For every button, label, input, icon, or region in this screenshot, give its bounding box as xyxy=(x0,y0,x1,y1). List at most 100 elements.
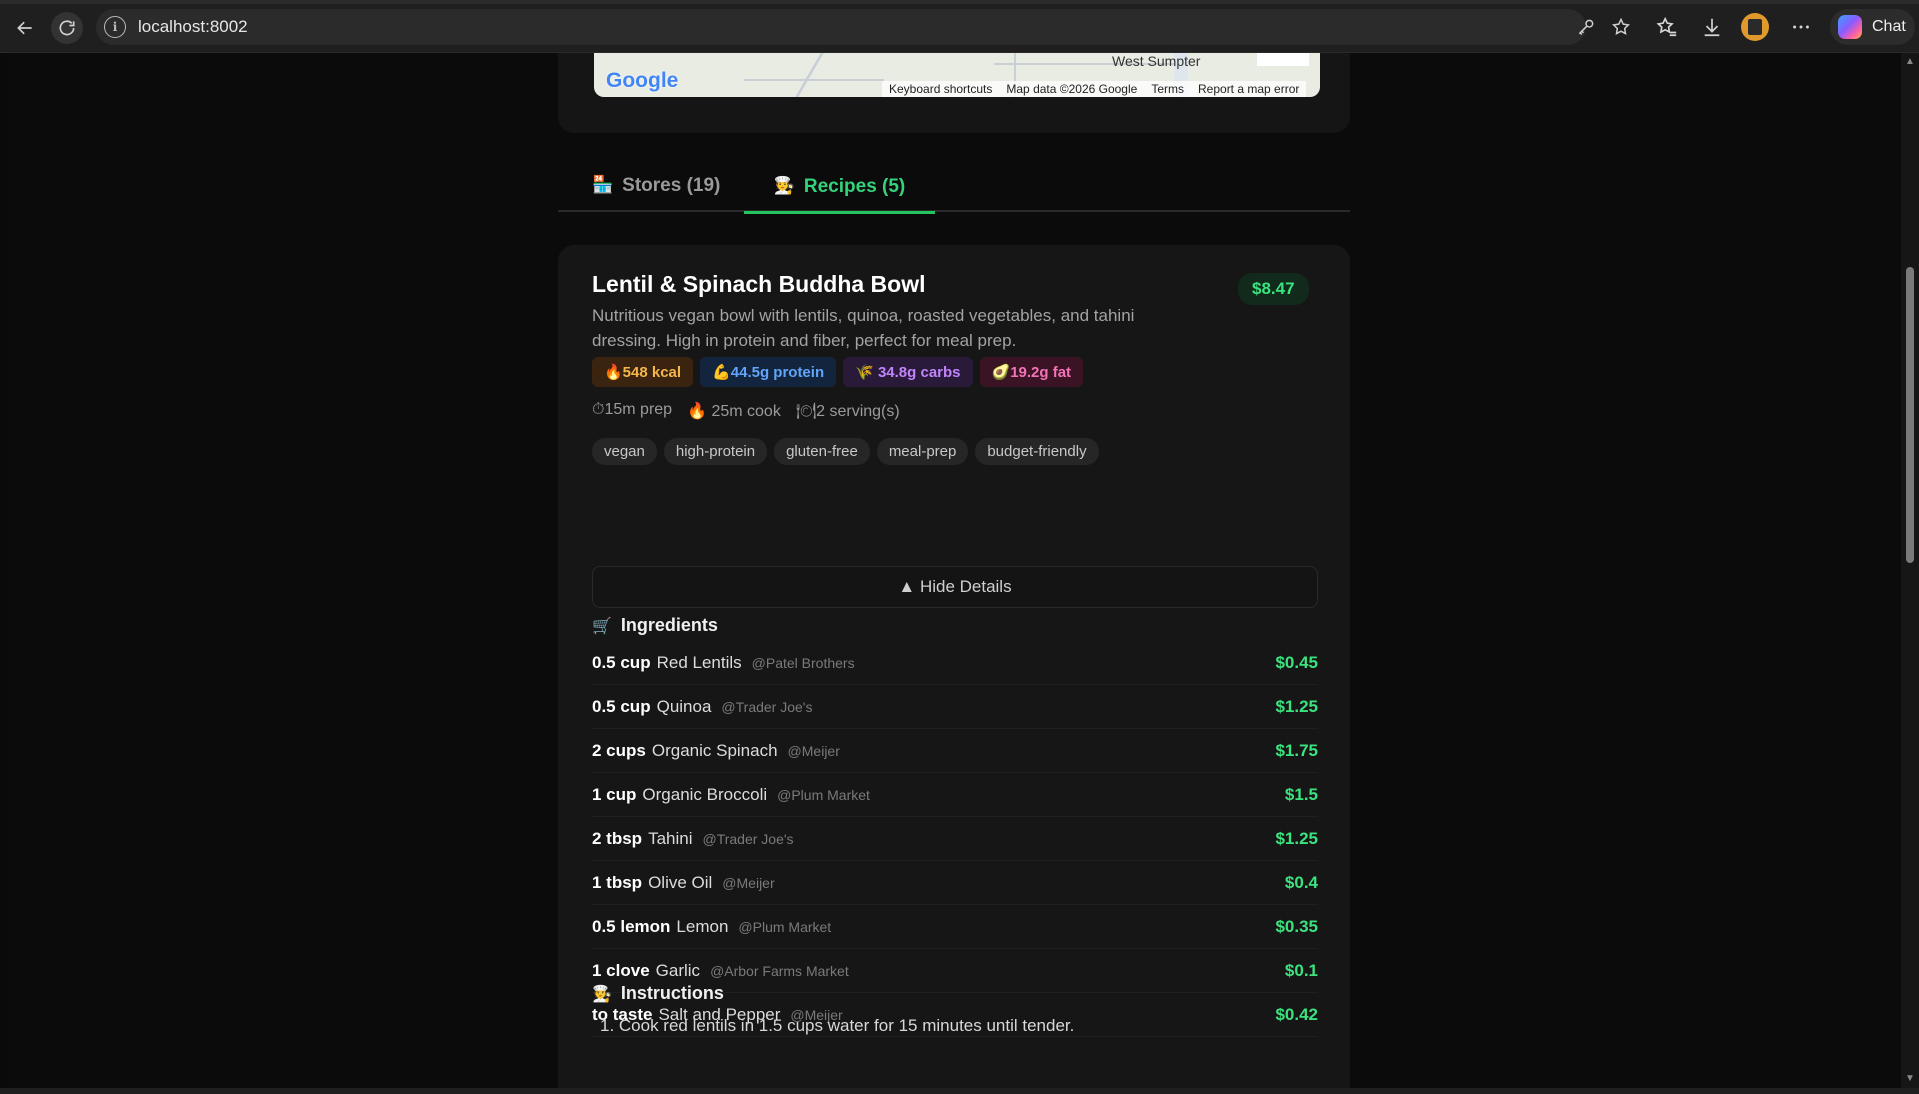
ingredient-cost: $0.1 xyxy=(1284,960,1318,980)
tab-strip-edge xyxy=(0,0,1919,4)
report-map-error-link[interactable]: Report a map error xyxy=(1191,81,1306,97)
ingredient-list: 0.5 cup Red Lentils @Patel Brothers $0.4… xyxy=(592,641,1318,1037)
ingredient-row: 0.5 lemon Lemon @Plum Market $0.35 xyxy=(592,905,1318,949)
recipe-description: Nutritious vegan bowl with lentils, quin… xyxy=(592,306,1135,350)
chat-label: Chat xyxy=(1872,18,1906,35)
ingredient-name: Olive Oil xyxy=(648,872,713,892)
ingredient-name: Red Lentils xyxy=(656,652,742,672)
servings: 🍽2 serving(s) xyxy=(795,403,900,420)
ingredient-row: 1 cup Organic Broccoli @Plum Market $1.5 xyxy=(592,773,1318,817)
ingredient-name: Tahini xyxy=(648,828,693,848)
google-logo-text: Google xyxy=(606,69,679,92)
ingredient-cost: $0.4 xyxy=(1284,872,1318,892)
recipe-price-badge: $8.47 xyxy=(1238,273,1309,305)
recipe-tags: vegan high-protein gluten-free meal-prep… xyxy=(592,438,1099,465)
tag-chip: gluten-free xyxy=(774,438,870,465)
favorites-icon[interactable] xyxy=(1653,13,1681,41)
tag-chip: vegan xyxy=(592,438,657,465)
ingredient-qty: 0.5 cup xyxy=(592,652,651,672)
page-scrollbar[interactable]: ▲ ▼ xyxy=(1901,53,1919,1088)
cook-time: 🔥 25m cook xyxy=(687,403,781,420)
ingredient-store: @Plum Market xyxy=(777,786,870,803)
ingredient-row: 2 tbsp Tahini @Trader Joe's $1.25 xyxy=(592,817,1318,861)
scroll-up-icon[interactable]: ▲ xyxy=(1905,57,1915,67)
map-data-text: Map data ©2026 Google xyxy=(1006,82,1138,96)
macro-badges: 🔥548 kcal 💪44.5g protein 🌾 34.8g carbs 🥑… xyxy=(592,357,1084,387)
map-attribution: Keyboard shortcuts Map data ©2026 Google… xyxy=(882,81,1307,97)
chef-icon: 🧑‍🍳 xyxy=(592,985,612,1003)
map-road xyxy=(795,53,824,97)
ingredient-cost: $0.35 xyxy=(1275,916,1318,936)
chef-icon: 🧑‍🍳 xyxy=(773,176,795,195)
browser-toolbar: i localhost:8002 Chat xyxy=(0,0,1919,53)
tab-stores[interactable]: 🏪 Stores (19) xyxy=(592,175,720,212)
ingredient-row: 1 tbsp Olive Oil @Meijer $0.4 xyxy=(592,861,1318,905)
ingredient-cost: $0.45 xyxy=(1275,652,1318,672)
scroll-down-icon[interactable]: ▼ xyxy=(1905,1074,1915,1084)
recipe-card: Lentil & Spinach Buddha Bowl $8.47 Nutri… xyxy=(558,245,1350,1088)
store-icon: 🏪 xyxy=(592,175,614,194)
reload-icon[interactable] xyxy=(51,12,83,44)
ingredient-cost: $1.25 xyxy=(1275,696,1318,716)
ingredient-cost: $1.75 xyxy=(1275,740,1318,760)
carbs-badge: 🌾 34.8g carbs xyxy=(843,357,973,387)
store-map[interactable]: West Sumpter Google Keyboard shortcuts M… xyxy=(594,53,1320,97)
map-control[interactable] xyxy=(1257,53,1309,66)
star-icon[interactable] xyxy=(1608,14,1634,40)
ingredient-store: @Plum Market xyxy=(738,918,832,935)
address-bar[interactable]: i localhost:8002 xyxy=(96,9,1586,45)
recipe-times: ⏱15m prep 🔥 25m cook 🍽2 serving(s) xyxy=(592,401,900,421)
ingredient-cost: $1.25 xyxy=(1275,828,1318,848)
ingredient-row: 2 cups Organic Spinach @Meijer $1.75 xyxy=(592,729,1318,773)
tab-recipes[interactable]: 🧑‍🍳 Recipes (5) xyxy=(744,175,935,214)
google-logo: Google xyxy=(606,69,678,93)
protein-badge: 💪44.5g protein xyxy=(700,357,837,387)
download-icon[interactable] xyxy=(1698,13,1726,41)
ingredient-store: @Meijer xyxy=(787,742,840,759)
ingredient-cost: $1.5 xyxy=(1284,784,1318,804)
ingredient-qty: 0.5 cup xyxy=(592,696,651,716)
tab-stores-label: Stores (19) xyxy=(622,175,721,196)
instructions-heading: 🧑‍🍳 Instructions xyxy=(592,983,724,1004)
ingredient-qty: 1 clove xyxy=(592,960,650,980)
instruction-step: 1. Cook red lentils in 1.5 cups water fo… xyxy=(600,1016,1075,1035)
key-icon[interactable] xyxy=(1573,14,1599,40)
tab-recipes-label: Recipes (5) xyxy=(803,176,906,197)
ingredient-row: 0.5 cup Quinoa @Trader Joe's $1.25 xyxy=(592,685,1318,729)
tag-chip: meal-prep xyxy=(876,438,969,465)
ingredient-store: @Trader Joe's xyxy=(702,830,794,847)
terms-link[interactable]: Terms xyxy=(1144,81,1191,97)
ingredient-row: 0.5 cup Red Lentils @Patel Brothers $0.4… xyxy=(592,641,1318,685)
ingredient-qty: 2 cups xyxy=(592,740,646,760)
calories-badge: 🔥548 kcal xyxy=(592,357,694,387)
cart-icon: 🛒 xyxy=(592,617,612,635)
instructions-heading-label: Instructions xyxy=(620,983,724,1003)
tag-chip: budget-friendly xyxy=(975,438,1099,465)
page-viewport: West Sumpter Google Keyboard shortcuts M… xyxy=(6,53,1901,1088)
calculator-extension-icon[interactable] xyxy=(1741,13,1769,41)
fat-badge: 🥑19.2g fat xyxy=(979,357,1084,387)
ingredient-cost: $0.42 xyxy=(1275,1004,1318,1024)
ingredient-store: @Meijer xyxy=(722,874,775,891)
ingredient-name: Organic Spinach xyxy=(651,740,778,760)
ingredient-store: @Patel Brothers xyxy=(751,654,855,671)
scrollbar-thumb[interactable] xyxy=(1906,267,1914,563)
ingredient-store: @Trader Joe's xyxy=(721,698,813,715)
ingredient-qty: 0.5 lemon xyxy=(592,916,671,936)
more-menu-icon[interactable] xyxy=(1787,13,1815,41)
map-road xyxy=(744,79,884,81)
ingredient-name: Garlic xyxy=(655,960,701,980)
ingredients-heading: 🛒 Ingredients xyxy=(592,615,718,636)
copilot-logo-icon xyxy=(1838,15,1862,39)
ingredient-qty: 1 cup xyxy=(592,784,637,804)
ingredient-name: Quinoa xyxy=(656,696,712,716)
back-icon[interactable] xyxy=(9,12,41,44)
keyboard-shortcuts-link[interactable]: Keyboard shortcuts xyxy=(882,81,999,97)
window-bottom-edge xyxy=(0,1088,1919,1094)
chat-button[interactable]: Chat xyxy=(1830,9,1915,45)
hide-details-button[interactable]: ▲ Hide Details xyxy=(592,566,1318,608)
ingredient-qty: 2 tbsp xyxy=(592,828,643,848)
site-info-icon[interactable]: i xyxy=(104,16,126,38)
ingredient-name: Organic Broccoli xyxy=(642,784,768,804)
url-text: localhost:8002 xyxy=(138,17,248,36)
